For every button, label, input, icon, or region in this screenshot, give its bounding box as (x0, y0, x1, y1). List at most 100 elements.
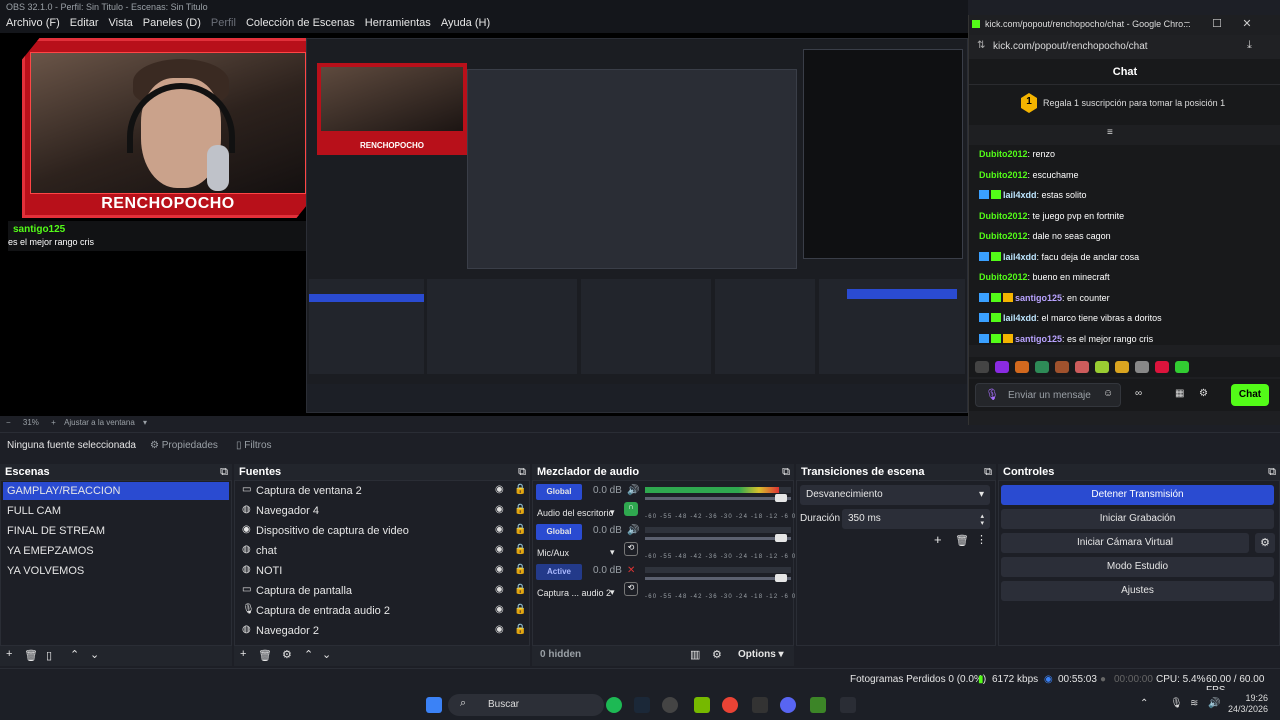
chat-username[interactable]: lail4xdd (1003, 252, 1037, 262)
volume-slider-track[interactable] (645, 537, 791, 540)
volume-slider-knob[interactable] (775, 534, 787, 542)
chevron-down-icon[interactable]: ▾ (143, 418, 147, 427)
mixer-global-button[interactable]: Global (536, 484, 582, 500)
tray-chevron-icon[interactable]: ⌃ (1140, 698, 1148, 709)
mixer-settings-icon[interactable]: ⚙ (712, 648, 722, 661)
mic-tray-icon[interactable]: 🎙 (1170, 698, 1183, 709)
chat-username[interactable]: santigo125 (1015, 334, 1062, 344)
move-up-icon[interactable]: ⌃ (304, 648, 313, 661)
chat-message[interactable]: lail4xdd: estas solito (979, 190, 1087, 200)
lock-icon[interactable]: 🔒 (514, 584, 526, 595)
scene-item[interactable]: YA VOLVEMOS (3, 562, 229, 580)
mixer-global-button[interactable]: Global (536, 524, 582, 540)
chevron-down-icon[interactable]: ▾ (610, 587, 615, 598)
volume-slider-track[interactable] (645, 577, 791, 580)
site-info-icon[interactable]: ⇅ (977, 40, 985, 51)
close-icon[interactable]: ✕ (1233, 17, 1261, 30)
chat-username[interactable]: santigo125 (1015, 293, 1062, 303)
trash-icon[interactable]: 🗑 (955, 534, 969, 547)
scene-item[interactable]: FINAL DE STREAM (3, 522, 229, 540)
source-item[interactable]: ▭ Captura de ventana 2 ◉ 🔒 (236, 482, 526, 500)
visibility-eye-icon[interactable]: ◉ (495, 504, 504, 515)
lock-icon[interactable]: 🔒 (514, 504, 526, 515)
source-item[interactable]: ◍ Navegador 4 ◉ 🔒 (236, 502, 526, 520)
address-bar[interactable]: kick.com/popout/renchopocho/chat (969, 35, 1280, 59)
sub-goal-banner[interactable]: Regala 1 suscripción para tomar la posic… (969, 85, 1280, 125)
kicks-icon[interactable]: ∞ (1135, 388, 1142, 399)
visibility-eye-icon[interactable]: ◉ (495, 544, 504, 555)
chat-message[interactable]: santigo125: en counter (979, 292, 1110, 303)
speaker-icon[interactable]: 🔊 (627, 525, 639, 536)
chevron-down-icon[interactable]: ▾ (610, 507, 615, 518)
zoom-mode[interactable]: Ajustar a la ventana (64, 418, 135, 427)
scene-filter-icon[interactable]: ▯ (46, 649, 52, 662)
chat-username[interactable]: lail4xdd (1003, 190, 1037, 200)
chat-message[interactable]: Dubito2012: te juego pvp en fortnite (979, 211, 1124, 221)
settings-icon[interactable]: ⚙ (1199, 388, 1208, 399)
visibility-eye-icon[interactable]: ◉ (495, 604, 504, 615)
volume-icon[interactable]: 🔊 (1208, 698, 1220, 709)
filters-button[interactable]: ▯ Filtros (236, 440, 272, 451)
nvidia-icon[interactable] (694, 697, 710, 713)
volume-slider-knob[interactable] (775, 494, 787, 502)
headphones-icon[interactable]: ∩ (624, 502, 638, 516)
muted-speaker-icon[interactable]: ✕ (627, 565, 635, 576)
chat-username[interactable]: Dubito2012 (979, 231, 1028, 241)
chevron-down-icon[interactable]: ▾ (610, 547, 615, 558)
chrome-icon[interactable] (722, 697, 738, 713)
obs-icon[interactable] (662, 697, 678, 713)
menu-coleccion[interactable]: Colección de Escenas (246, 17, 355, 31)
visibility-eye-icon[interactable]: ◉ (495, 524, 504, 535)
add-scene-icon[interactable]: + (6, 648, 12, 660)
speaker-icon[interactable]: 🔊 (627, 485, 639, 496)
chat-username[interactable]: Dubito2012 (979, 211, 1028, 221)
menu-herramientas[interactable]: Herramientas (365, 17, 431, 31)
visibility-eye-icon[interactable]: ◉ (495, 484, 504, 495)
volume-slider-knob[interactable] (775, 574, 787, 582)
lock-icon[interactable]: 🔒 (514, 624, 526, 635)
chat-message[interactable]: Dubito2012: escuchame (979, 170, 1079, 180)
scene-item[interactable]: FULL CAM (3, 502, 229, 520)
zoom-in-icon[interactable]: + (51, 418, 56, 427)
lock-icon[interactable]: 🔒 (514, 564, 526, 575)
maximize-icon[interactable]: ☐ (1203, 17, 1231, 30)
add-transition-icon[interactable]: + (934, 532, 942, 547)
mixer-active-button[interactable]: Active (536, 564, 582, 580)
remove-scene-icon[interactable]: 🗑 (24, 649, 38, 662)
menu-ayuda[interactable]: Ayuda (H) (441, 17, 490, 31)
chat-message[interactable]: lail4xdd: facu deja de anclar cosa (979, 251, 1139, 262)
lock-icon[interactable]: 🔒 (514, 524, 526, 535)
dock-float-icon[interactable]: ⧉ (220, 466, 228, 479)
emote-bar[interactable] (969, 357, 1280, 377)
chat-message[interactable]: lail4xdd: el marco tiene vibras a dorito… (979, 313, 1162, 323)
menu-vista[interactable]: Vista (109, 17, 133, 31)
source-item[interactable]: ◍ NOTI ◉ 🔒 (236, 562, 526, 580)
start-recording-button[interactable]: Iniciar Grabación (1001, 509, 1274, 529)
windows-start-icon[interactable] (426, 697, 442, 713)
zoom-out-icon[interactable]: − (6, 418, 11, 427)
minimize-icon[interactable]: − (1173, 17, 1201, 29)
menu-archivo[interactable]: Archivo (F) (6, 17, 60, 31)
clock[interactable]: 19:26 24/3/2026 (1228, 693, 1268, 715)
scene-item[interactable]: YA EMEPZAMOS (3, 542, 229, 560)
move-up-icon[interactable]: ⌃ (70, 648, 79, 661)
lock-icon[interactable]: 🔒 (514, 544, 526, 555)
scene-item[interactable]: GAMPLAY/REACCION (3, 482, 229, 500)
studio-mode-button[interactable]: Modo Estudio (1001, 557, 1274, 577)
menu-editar[interactable]: Editar (70, 17, 99, 31)
spotify-icon[interactable] (606, 697, 622, 713)
chat-message[interactable]: Dubito2012: bueno en minecraft (979, 272, 1110, 282)
chat-message[interactable]: Dubito2012: dale no seas cagon (979, 231, 1111, 241)
volume-slider-track[interactable] (645, 497, 791, 500)
layout-icon[interactable]: ▥ (690, 648, 700, 661)
remove-source-icon[interactable]: 🗑 (258, 649, 272, 662)
dock-float-icon[interactable]: ⧉ (984, 466, 992, 479)
discord-icon[interactable] (780, 697, 796, 713)
properties-button[interactable]: ⚙ Propiedades (150, 440, 218, 451)
visibility-eye-icon[interactable]: ◉ (495, 624, 504, 635)
lock-icon[interactable]: 🔒 (514, 604, 526, 615)
source-item[interactable]: 🎙 Captura de entrada audio 2 ◉ 🔒 (236, 602, 526, 620)
settings-button[interactable]: Ajustes (1001, 581, 1274, 601)
add-source-icon[interactable]: + (240, 648, 246, 660)
dock-float-icon[interactable]: ⧉ (1268, 466, 1276, 479)
